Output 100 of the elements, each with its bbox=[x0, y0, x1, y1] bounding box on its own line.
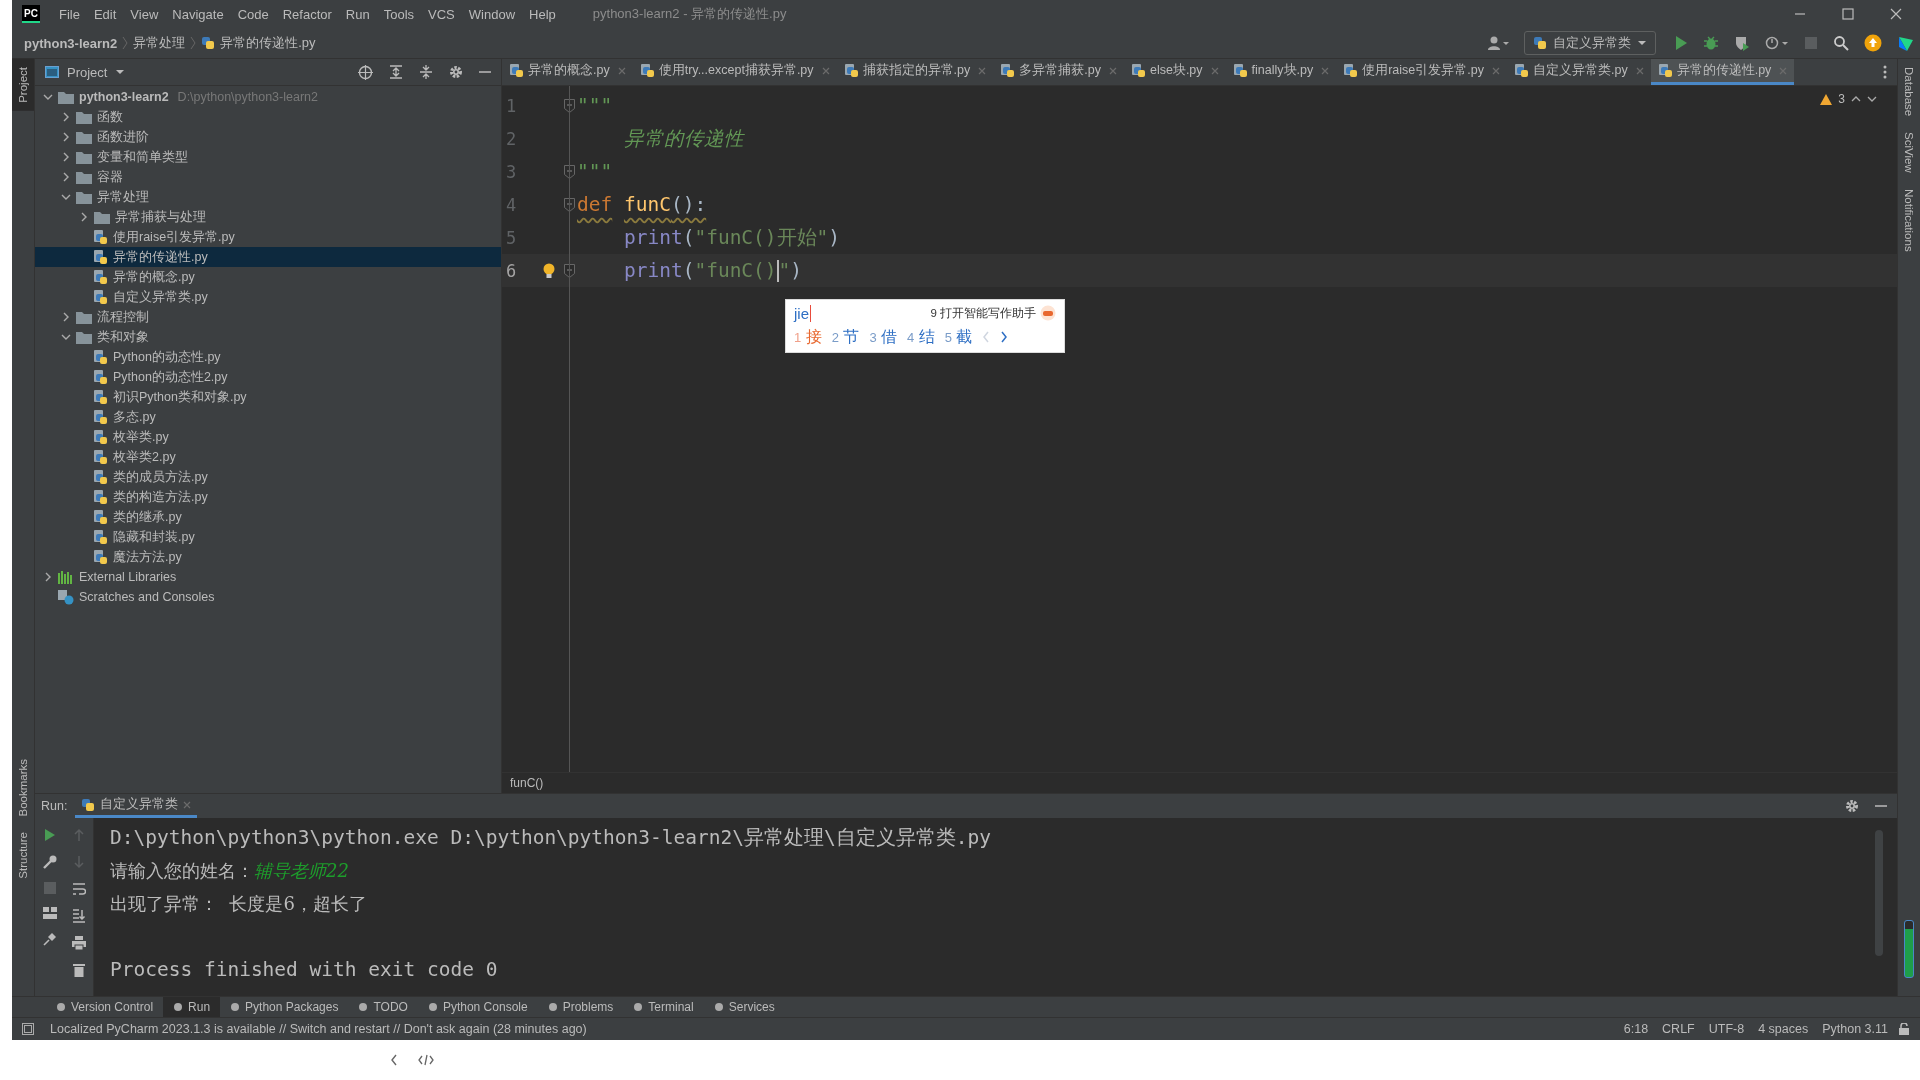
menu-item[interactable]: Edit bbox=[86, 6, 124, 22]
code-icon[interactable] bbox=[418, 1054, 434, 1066]
tool-window-tab[interactable]: Services bbox=[703, 997, 785, 1017]
tool-window-tab[interactable]: Terminal bbox=[623, 997, 704, 1017]
tool-window-tab[interactable]: Problems bbox=[537, 997, 624, 1017]
tree-item[interactable]: Python的动态性2.py bbox=[35, 367, 501, 387]
status-item[interactable]: 6:18 bbox=[1623, 1022, 1649, 1036]
fold-marker-icon[interactable] bbox=[563, 263, 575, 278]
chevron-icon[interactable] bbox=[79, 212, 89, 222]
menu-item[interactable]: File bbox=[52, 6, 87, 22]
tree-item[interactable]: 异常的概念.py bbox=[35, 267, 501, 287]
tool-window-tab[interactable]: Python Console bbox=[417, 997, 538, 1017]
tool-window-button[interactable]: Project bbox=[12, 59, 34, 111]
expand-all-icon[interactable] bbox=[389, 65, 403, 79]
tool-window-button[interactable]: Database bbox=[1903, 59, 1915, 125]
ime-candidate[interactable]: 1 接 bbox=[794, 326, 822, 348]
editor-tab[interactable]: 异常的概念.py bbox=[502, 59, 633, 85]
tool-window-tab[interactable]: TODO bbox=[348, 997, 418, 1017]
tree-item[interactable]: 类的构造方法.py bbox=[35, 487, 501, 507]
panel-title[interactable]: Project bbox=[67, 64, 108, 80]
tree-item[interactable]: 枚举类.py bbox=[35, 427, 501, 447]
user-icon[interactable] bbox=[1487, 35, 1509, 51]
chevron-icon[interactable] bbox=[61, 332, 71, 342]
close-icon[interactable] bbox=[1889, 7, 1903, 21]
editor-tab[interactable]: finally块.py bbox=[1225, 59, 1337, 85]
tool-window-button[interactable]: Bookmarks bbox=[17, 750, 29, 825]
tree-item[interactable]: 初识Python类和对象.py bbox=[35, 387, 501, 407]
soft-wrap-icon[interactable] bbox=[71, 882, 86, 896]
bug-icon[interactable] bbox=[1703, 35, 1719, 51]
settings-icon[interactable] bbox=[1845, 799, 1859, 813]
status-item[interactable]: UTF-8 bbox=[1708, 1022, 1745, 1036]
scrollbar[interactable] bbox=[1875, 830, 1883, 956]
ime-candidate[interactable]: 3 借 bbox=[869, 326, 898, 348]
menu-item[interactable]: Window bbox=[461, 6, 523, 22]
update-icon[interactable] bbox=[1864, 34, 1882, 52]
editor-tab[interactable]: 捕获指定的异常.py bbox=[836, 59, 994, 85]
print-icon[interactable] bbox=[71, 936, 86, 950]
tree-item[interactable]: 异常捕获与处理 bbox=[35, 207, 501, 227]
chevron-icon[interactable] bbox=[61, 172, 71, 182]
tree-item[interactable]: 异常的传递性.py bbox=[35, 247, 501, 267]
tool-window-button[interactable]: Structure bbox=[17, 824, 29, 887]
tree-item[interactable]: 枚举类2.py bbox=[35, 447, 501, 467]
run-icon[interactable] bbox=[43, 828, 56, 842]
trash-icon[interactable] bbox=[72, 963, 85, 977]
menu-item[interactable]: Navigate bbox=[165, 6, 231, 22]
assistant-icon[interactable] bbox=[1040, 305, 1056, 321]
status-item[interactable]: CRLF bbox=[1662, 1022, 1695, 1036]
ime-candidate[interactable]: 5 截 bbox=[944, 326, 973, 348]
tree-item[interactable]: 容器 bbox=[35, 167, 501, 187]
tool-window-button[interactable]: SciView bbox=[1903, 124, 1915, 181]
run-icon[interactable] bbox=[1674, 35, 1688, 51]
tool-window-tab[interactable]: Python Packages bbox=[220, 997, 349, 1017]
tree-item[interactable]: 函数 bbox=[35, 107, 501, 127]
chevron-icon[interactable] bbox=[61, 132, 71, 142]
tool-window-button[interactable]: Notifications bbox=[1903, 180, 1915, 260]
up-chevron-icon[interactable] bbox=[1851, 95, 1861, 103]
editor-tab[interactable]: 使用try...except捕获异常.py bbox=[632, 59, 837, 85]
tree-item[interactable]: 多态.py bbox=[35, 407, 501, 427]
tree-item[interactable]: 自定义异常类.py bbox=[35, 287, 501, 307]
chevron-icon[interactable] bbox=[61, 192, 71, 202]
ime-hint[interactable]: 9 打开智能写作助手 bbox=[930, 305, 1036, 321]
tree-item[interactable]: Python的动态性.py bbox=[35, 347, 501, 367]
search-icon[interactable] bbox=[1833, 35, 1849, 51]
tree-item[interactable]: 魔法方法.py bbox=[35, 547, 501, 567]
menu-item[interactable]: Tools bbox=[376, 6, 422, 22]
editor-tab[interactable]: else块.py bbox=[1123, 59, 1226, 85]
tool-window-tab[interactable]: Version Control bbox=[46, 997, 164, 1017]
tree-item[interactable]: 类和对象 bbox=[35, 327, 501, 347]
chevron-icon[interactable] bbox=[43, 92, 53, 102]
settings-icon[interactable] bbox=[449, 65, 463, 79]
chevron-icon[interactable] bbox=[43, 572, 53, 582]
crosshair-icon[interactable] bbox=[358, 64, 373, 80]
breadcrumb-item[interactable]: python3-learn2 bbox=[24, 35, 118, 51]
tree-item[interactable]: python3-learn2 D:\python\python3-learn2 bbox=[35, 87, 501, 107]
menu-item[interactable]: Refactor bbox=[275, 6, 339, 22]
layout-toggle-icon[interactable] bbox=[22, 1023, 34, 1035]
lightbulb-icon[interactable] bbox=[543, 262, 555, 279]
status-item[interactable]: 4 spaces bbox=[1758, 1022, 1809, 1036]
tree-item[interactable]: 函数进阶 bbox=[35, 127, 501, 147]
tool-window-tab[interactable]: Run bbox=[163, 997, 221, 1017]
tree-item[interactable]: 使用raise引发异常.py bbox=[35, 227, 501, 247]
menu-item[interactable]: Code bbox=[230, 6, 276, 22]
chevron-icon[interactable] bbox=[61, 312, 71, 322]
fold-marker-icon[interactable] bbox=[563, 197, 575, 212]
breadcrumb-item[interactable]: 异常的传递性.py bbox=[220, 34, 316, 52]
layout-icon[interactable] bbox=[42, 907, 57, 919]
tree-item[interactable]: Scratches and Consoles bbox=[35, 587, 501, 607]
tree-item[interactable]: 流程控制 bbox=[35, 307, 501, 327]
tree-item[interactable]: 类的成员方法.py bbox=[35, 467, 501, 487]
down-chevron-icon[interactable] bbox=[1867, 95, 1877, 103]
fold-marker-icon[interactable] bbox=[563, 164, 575, 179]
more-icon[interactable] bbox=[1883, 65, 1887, 79]
pin-icon[interactable] bbox=[42, 932, 57, 946]
tree-item[interactable]: 隐藏和封装.py bbox=[35, 527, 501, 547]
profiler-icon[interactable] bbox=[1765, 35, 1789, 51]
run-configuration-dropdown[interactable]: 自定义异常类 bbox=[1524, 31, 1656, 55]
maximize-icon[interactable] bbox=[1841, 7, 1855, 21]
tree-item[interactable]: 变量和简单类型 bbox=[35, 147, 501, 167]
shield-icon[interactable] bbox=[1734, 35, 1750, 51]
editor-tab[interactable]: 异常的传递性.py bbox=[1650, 59, 1795, 85]
